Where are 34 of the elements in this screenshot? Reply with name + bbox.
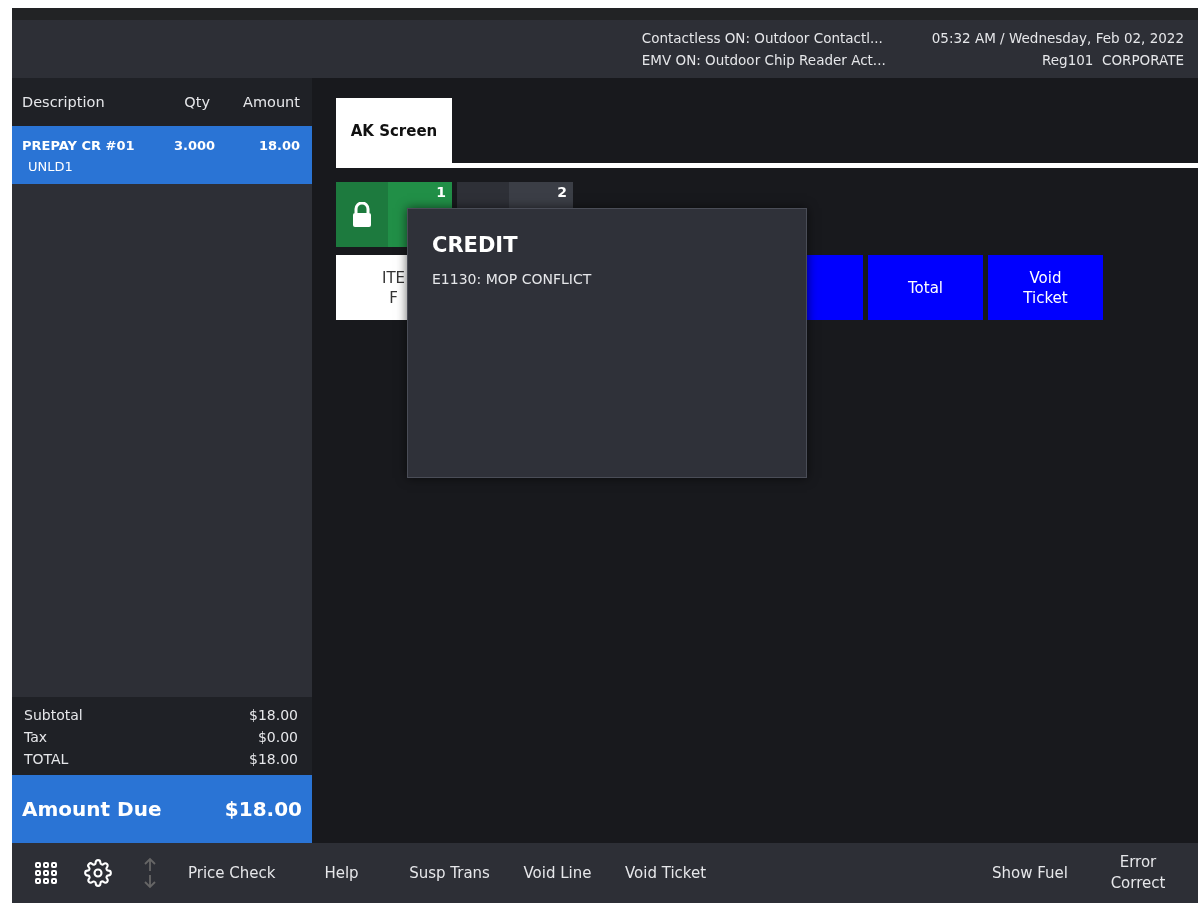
footer-button[interactable]: Void Ticket: [615, 862, 716, 884]
function-button[interactable]: Total: [868, 255, 983, 320]
footer-button[interactable]: Susp Trans: [399, 862, 500, 884]
up-down-arrows-icon: [143, 857, 157, 889]
column-header: Amount: [242, 94, 300, 110]
status-message: EMV ON: Outdoor Chip Reader Act...: [641, 51, 886, 70]
footer-button[interactable]: Help: [291, 862, 392, 884]
pump-number: 2: [556, 183, 568, 202]
column-header: Description: [22, 94, 106, 110]
total-label: Subtotal: [24, 707, 84, 723]
grid-icon: [35, 862, 57, 884]
total-value: $18.00: [249, 751, 298, 767]
settings-icon: [84, 859, 112, 887]
footer-button[interactable]: Void Line: [507, 862, 608, 884]
total-value: $0.00: [256, 729, 298, 745]
footer-button[interactable]: Error Correct: [1088, 852, 1188, 894]
screen-tab[interactable]: AK Screen: [336, 98, 452, 163]
item-description: PREPAY CR #01: [22, 138, 136, 153]
total-label: TOTAL: [24, 751, 70, 767]
function-button[interactable]: Void Ticket: [988, 255, 1103, 320]
total-value: $18.00: [249, 707, 298, 723]
item-amount: 18.00: [257, 138, 300, 153]
item-qty: 3.000: [174, 138, 217, 153]
footer-button[interactable]: Show Fuel: [980, 862, 1080, 884]
total-label: Tax: [24, 729, 49, 745]
register-info: Reg101 CORPORATE: [1042, 51, 1184, 70]
date-time: 05:32 AM / Wednesday, Feb 02, 2022: [931, 29, 1184, 48]
lock-icon: [352, 201, 372, 228]
amount-due-label: Amount Due: [22, 797, 162, 821]
footer-button[interactable]: Price Check: [180, 862, 284, 884]
status-message: Contactless ON: Outdoor Contactl...: [641, 29, 883, 48]
item-grade: UNLD1: [27, 159, 74, 174]
amount-due-value: $18.00: [224, 797, 302, 821]
column-header: Qty: [183, 94, 210, 110]
